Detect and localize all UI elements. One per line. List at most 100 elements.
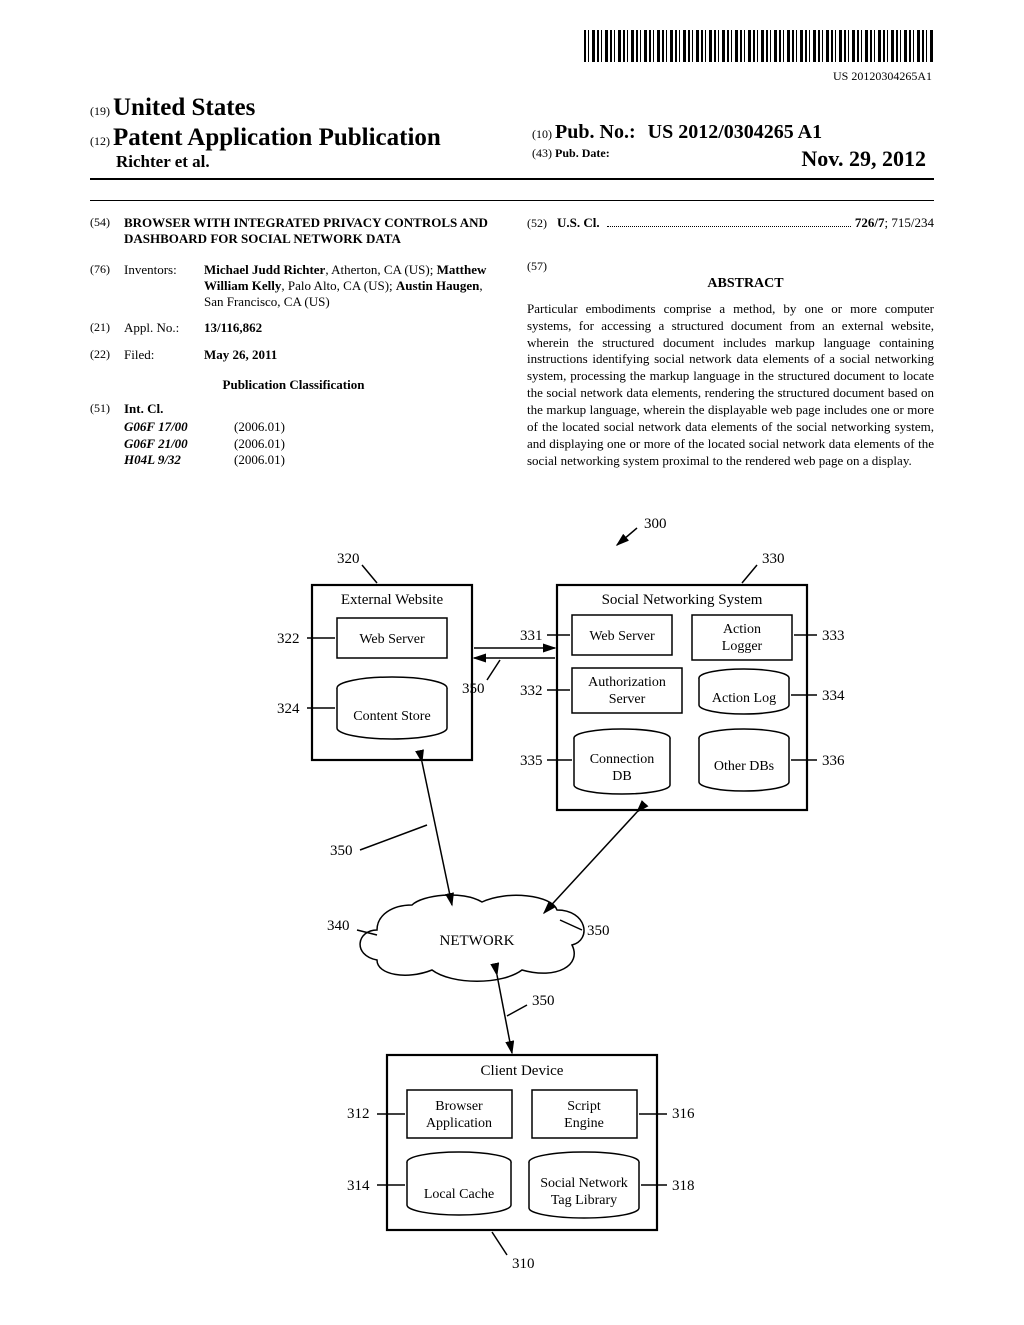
uscl-code: (52) bbox=[527, 216, 557, 231]
country: United States bbox=[113, 94, 255, 121]
uscl-value-bold: 726/7 bbox=[855, 215, 885, 230]
left-column: (54) BROWSER WITH INTEGRATED PRIVACY CON… bbox=[90, 215, 497, 470]
inventor-name-3: Austin Haugen bbox=[396, 278, 479, 293]
auth-l1: Authorization bbox=[588, 675, 666, 690]
filed-label: Filed: bbox=[124, 347, 204, 363]
ref-322: 322 bbox=[277, 631, 300, 647]
barcode-graphic bbox=[584, 30, 934, 62]
pubno-value: US 2012/0304265 A1 bbox=[648, 121, 822, 143]
patent-page: US 20120304265A1 (19) United States (12)… bbox=[0, 0, 1024, 1325]
ref-350-top: 350 bbox=[462, 681, 485, 697]
pubdate-label: Pub. Date: bbox=[555, 146, 610, 160]
script-l2: Engine bbox=[564, 1116, 604, 1131]
doc-type-code: (12) bbox=[90, 134, 110, 148]
ref-316: 316 bbox=[672, 1106, 695, 1122]
title-code: (54) bbox=[90, 215, 124, 248]
ref-320: 320 bbox=[337, 551, 360, 567]
network-cloud: NETWORK 340 bbox=[327, 895, 584, 981]
uscl-value: 726/7; 715/234 bbox=[855, 215, 934, 231]
applno-value: 13/116,862 bbox=[204, 320, 262, 335]
pubno-label: Pub. No.: bbox=[555, 121, 636, 143]
inventor-loc-1: , Atherton, CA (US); bbox=[325, 262, 436, 277]
intcl-label: Int. Cl. bbox=[124, 401, 163, 416]
ref-324: 324 bbox=[277, 701, 300, 717]
intcl-item-code: H04L 9/32 bbox=[124, 452, 234, 468]
inventors-code: (76) bbox=[90, 262, 124, 311]
abstract-text: Particular embodiments comprise a method… bbox=[527, 301, 934, 470]
ref-350-bottom: 350 bbox=[532, 993, 555, 1009]
invention-title: BROWSER WITH INTEGRATED PRIVACY CONTROLS… bbox=[124, 215, 497, 248]
inventor-name-1: Michael Judd Richter bbox=[204, 262, 325, 277]
intcl-item-year: (2006.01) bbox=[234, 452, 314, 468]
pubdate-value: Nov. 29, 2012 bbox=[801, 146, 934, 172]
ref-336: 336 bbox=[822, 753, 845, 769]
country-code: (19) bbox=[90, 104, 110, 118]
ext-web-server-label: Web Server bbox=[359, 632, 425, 647]
intcl-item-code: G06F 21/00 bbox=[124, 436, 234, 452]
ref-310: 310 bbox=[512, 1256, 535, 1272]
inventors-value: Michael Judd Richter, Atherton, CA (US);… bbox=[204, 262, 497, 311]
browser-l2: Application bbox=[426, 1116, 492, 1131]
client-device-group: Client Device 350 Browser Application 31… bbox=[347, 975, 695, 1272]
intcl-code: (51) bbox=[90, 401, 124, 417]
ref-318: 318 bbox=[672, 1178, 695, 1194]
connection-l1: Connection bbox=[590, 752, 655, 767]
ref-331: 331 bbox=[520, 628, 543, 644]
header-left: (19) United States (12) Patent Applicati… bbox=[90, 94, 512, 172]
uscl-line: (52) U.S. Cl. 726/7; 715/234 bbox=[527, 215, 934, 231]
ref-332: 332 bbox=[520, 683, 543, 699]
sns-web-server-label: Web Server bbox=[589, 629, 655, 644]
inventor-loc-2: , Palo Alto, CA (US); bbox=[281, 278, 396, 293]
ref-333: 333 bbox=[822, 628, 845, 644]
ref-334: 334 bbox=[822, 688, 845, 704]
action-logger-l2: Logger bbox=[722, 639, 763, 654]
barcode-area bbox=[90, 30, 934, 67]
ref-340: 340 bbox=[327, 918, 350, 934]
header-block: (19) United States (12) Patent Applicati… bbox=[90, 94, 934, 180]
script-l1: Script bbox=[567, 1099, 601, 1114]
filed-code: (22) bbox=[90, 347, 124, 363]
ref-300: 300 bbox=[644, 516, 667, 532]
uscl-label: U.S. Cl. bbox=[557, 215, 600, 231]
sns-group: Social Networking System 330 Web Server … bbox=[520, 551, 845, 810]
pubno-code: (10) bbox=[532, 127, 552, 141]
inventors-label: Inventors: bbox=[124, 262, 204, 311]
abstract-heading: ABSTRACT bbox=[557, 275, 934, 293]
auth-l2: Server bbox=[609, 692, 646, 707]
taglib-l1: Social Network bbox=[540, 1176, 627, 1191]
external-website-group: External Website 320 Web Server 322 Cont… bbox=[277, 551, 472, 760]
right-column: (52) U.S. Cl. 726/7; 715/234 (57) ABSTRA… bbox=[527, 215, 934, 470]
action-logger-l1: Action bbox=[723, 622, 761, 637]
biblio-columns: (54) BROWSER WITH INTEGRATED PRIVACY CON… bbox=[90, 200, 934, 470]
authors-header: Richter et al. bbox=[90, 152, 512, 172]
uscl-value-rest: ; 715/234 bbox=[885, 215, 934, 230]
ref-335: 335 bbox=[520, 753, 543, 769]
intcl-list: G06F 17/00 (2006.01) G06F 21/00 (2006.01… bbox=[90, 419, 497, 468]
ref-330: 330 bbox=[762, 551, 785, 567]
pubdate-code: (43) bbox=[532, 146, 552, 160]
intcl-row: G06F 17/00 (2006.01) bbox=[124, 419, 497, 435]
external-website-label: External Website bbox=[341, 592, 444, 608]
network-label: NETWORK bbox=[440, 933, 515, 949]
other-dbs-label: Other DBs bbox=[714, 759, 774, 774]
intcl-row: G06F 21/00 (2006.01) bbox=[124, 436, 497, 452]
browser-l1: Browser bbox=[435, 1099, 483, 1114]
action-log-label: Action Log bbox=[712, 691, 776, 706]
intcl-row: H04L 9/32 (2006.01) bbox=[124, 452, 497, 468]
uscl-dots bbox=[607, 225, 851, 227]
ref-350-right: 350 bbox=[587, 923, 610, 939]
figure-300: 300 External Website 320 Web Server 322 … bbox=[90, 510, 934, 1285]
applno-label: Appl. No.: bbox=[124, 320, 204, 336]
doc-type: Patent Application Publication bbox=[113, 124, 441, 151]
taglib-l2: Tag Library bbox=[551, 1193, 617, 1208]
barcode-text: US 20120304265A1 bbox=[90, 69, 934, 84]
ref-314: 314 bbox=[347, 1178, 370, 1194]
filed-value: May 26, 2011 bbox=[204, 347, 277, 362]
applno-code: (21) bbox=[90, 320, 124, 336]
client-device-label: Client Device bbox=[481, 1063, 564, 1079]
ref-312: 312 bbox=[347, 1106, 370, 1122]
sns-label: Social Networking System bbox=[602, 592, 763, 608]
connection-l2: DB bbox=[612, 769, 631, 784]
local-cache-label: Local Cache bbox=[424, 1187, 494, 1202]
pub-class-heading: Publication Classification bbox=[90, 377, 497, 393]
